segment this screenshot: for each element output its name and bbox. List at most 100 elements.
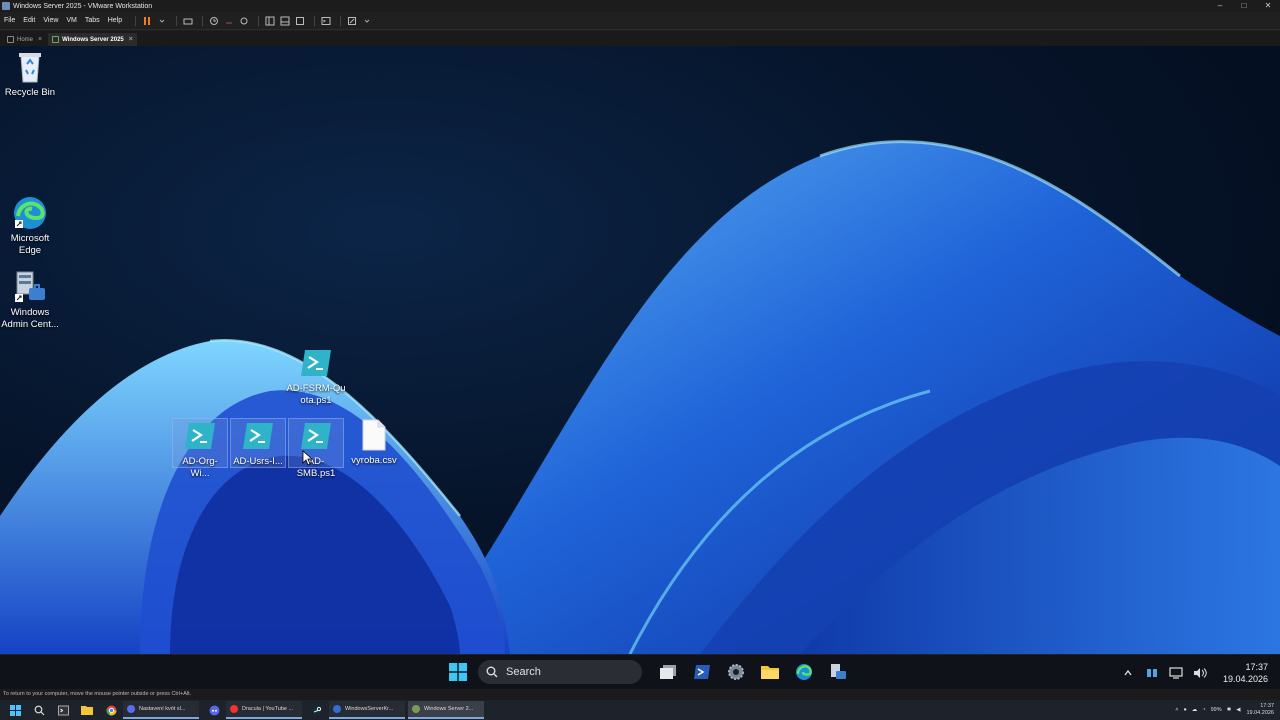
- network-icon[interactable]: [1167, 664, 1185, 682]
- tab-vm-label: Windows Server 2025: [62, 36, 124, 43]
- steam-icon: [312, 705, 322, 715]
- keyboard-icon: [183, 18, 193, 24]
- menu-help[interactable]: Help: [108, 17, 122, 24]
- stretch-dropdown[interactable]: [361, 15, 373, 27]
- task-view-button[interactable]: [654, 658, 682, 686]
- toolbar-divider: [202, 15, 204, 26]
- desktop-icon-recycle-bin[interactable]: Recycle Bin: [0, 50, 60, 99]
- desktop-icon-ad-org[interactable]: AD-Org-Wi...: [172, 418, 228, 479]
- menu-vm[interactable]: VM: [66, 17, 77, 24]
- host-search-button[interactable]: [30, 701, 48, 719]
- desktop-icon-label: AD-SMB.ps1: [296, 456, 336, 479]
- desktop-icon-ad-usrs[interactable]: AD-Usrs-I...: [230, 418, 286, 468]
- close-icon[interactable]: ×: [38, 36, 42, 43]
- guest-taskbar: Search 17:37 19.04.2026: [0, 654, 1280, 689]
- maximize-button[interactable]: □: [1232, 0, 1256, 12]
- host-system-tray: ˄ ● ☁ ◔ 99% ✱ ◀ 17:37 19.04.2026: [1170, 703, 1280, 717]
- host-taskbar-app-active[interactable]: Windows Server 2...: [408, 701, 484, 719]
- host-clock[interactable]: 17:37 19.04.2026: [1246, 703, 1274, 717]
- close-button[interactable]: ✕: [1256, 0, 1280, 12]
- fullscreen-icon: [296, 16, 305, 25]
- menu-file[interactable]: File: [4, 17, 15, 24]
- snapshot-button[interactable]: [208, 15, 220, 27]
- host-terminal-button[interactable]: [54, 701, 72, 719]
- console-view-button[interactable]: [320, 15, 332, 27]
- fullscreen-button[interactable]: [294, 15, 306, 27]
- desktop-icon-admin-center[interactable]: Windows Admin Cent...: [0, 270, 60, 331]
- library-button[interactable]: [264, 15, 276, 27]
- chrome-icon: [105, 705, 116, 715]
- minimize-button[interactable]: –: [1208, 0, 1232, 12]
- chevron-up-icon[interactable]: [1119, 664, 1137, 682]
- powershell-script-icon: [299, 419, 333, 453]
- cloud-icon[interactable]: ☁: [1192, 707, 1198, 713]
- tab-windows-server[interactable]: Windows Server 2025 ×: [48, 33, 137, 46]
- edge-taskbar-button[interactable]: [790, 658, 818, 686]
- admin-center-icon: [13, 270, 47, 304]
- desktop-icon-label: AD-Usrs-I...: [233, 456, 283, 467]
- toolbar-divider: [314, 15, 316, 26]
- tab-home[interactable]: Home ×: [3, 33, 46, 46]
- toolbar-divider: [258, 15, 260, 26]
- chevron-up-icon[interactable]: ˄: [1175, 707, 1178, 713]
- host-taskbar-app[interactable]: Nastavení kvót sl...: [123, 701, 199, 719]
- revert-snapshot-button[interactable]: [223, 15, 235, 27]
- bluetooth-icon[interactable]: ✱: [1227, 707, 1232, 713]
- host-start-button[interactable]: [6, 701, 24, 719]
- close-icon[interactable]: ×: [129, 36, 133, 43]
- sidebar-icon: [265, 16, 275, 25]
- desktop-icon-label: vyroba.csv: [351, 455, 397, 466]
- host-clock-time: 17:37: [1260, 703, 1274, 709]
- host-steam-button[interactable]: [308, 701, 326, 719]
- desktop-icon-ad-smb[interactable]: AD-SMB.ps1: [288, 418, 344, 479]
- server-manager-button[interactable]: [824, 658, 852, 686]
- host-taskbar: Nastavení kvót sl... Dracula | YouTube .…: [0, 700, 1280, 720]
- thumbnail-bar-button[interactable]: [279, 15, 291, 27]
- desktop-icon-vyroba-csv[interactable]: vyroba.csv: [344, 418, 404, 467]
- menu-view[interactable]: View: [43, 17, 58, 24]
- menu-edit[interactable]: Edit: [23, 17, 35, 24]
- vmware-tools-icon[interactable]: [1143, 664, 1161, 682]
- terminal-icon: [57, 705, 69, 715]
- wallpaper-bloom: [0, 140, 1280, 654]
- task-view-icon: [660, 665, 676, 679]
- start-button[interactable]: [444, 658, 472, 686]
- stretch-button[interactable]: [346, 15, 358, 27]
- host-discord-button[interactable]: [205, 701, 223, 719]
- app-icon: [230, 705, 238, 713]
- volume-icon[interactable]: [1191, 664, 1209, 682]
- guest-clock[interactable]: 17:37 19.04.2026: [1223, 661, 1268, 685]
- mic-icon[interactable]: ●: [1183, 707, 1186, 713]
- tab-home-label: Home: [17, 36, 34, 43]
- settings-icon: [728, 664, 744, 680]
- host-file-explorer-button[interactable]: [78, 701, 96, 719]
- window-title: Windows Server 2025 - VMware Workstation: [13, 2, 153, 10]
- wifi-icon[interactable]: ◔: [1202, 707, 1205, 713]
- search-box[interactable]: Search: [478, 660, 642, 684]
- file-explorer-icon: [761, 666, 779, 679]
- guest-clock-time: 17:37: [1245, 662, 1268, 672]
- desktop-icon-edge[interactable]: Microsoft Edge: [0, 196, 60, 257]
- suspend-button[interactable]: [141, 15, 153, 27]
- desktop-icon-ad-fsrm-quota[interactable]: AD-FSRM-Quota.ps1: [286, 346, 346, 407]
- file-explorer-button[interactable]: [756, 658, 784, 686]
- send-keys-button[interactable]: [182, 15, 194, 27]
- settings-button[interactable]: [722, 658, 750, 686]
- power-dropdown[interactable]: [156, 15, 168, 27]
- desktop-icon-label: Windows Admin Cent...: [1, 307, 59, 330]
- edge-icon: [796, 664, 812, 680]
- battery-label[interactable]: 99%: [1211, 707, 1222, 713]
- host-taskbar-app[interactable]: Dracula | YouTube ...: [226, 701, 302, 719]
- toolbar-divider: [135, 15, 137, 26]
- host-titlebar: Windows Server 2025 - VMware Workstation…: [0, 0, 1280, 12]
- host-taskbar-app[interactable]: WindowsServerKr...: [329, 701, 405, 719]
- snapshot-manager-button[interactable]: [238, 15, 250, 27]
- menu-tabs[interactable]: Tabs: [85, 17, 100, 24]
- recycle-bin-icon: [13, 50, 47, 84]
- vmware-app-icon: [2, 2, 10, 10]
- host-chrome-button[interactable]: [102, 701, 120, 719]
- speaker-icon[interactable]: ◀: [1236, 707, 1240, 713]
- desktop-icon-label: AD-FSRM-Quota.ps1: [286, 383, 346, 406]
- powershell-button[interactable]: [688, 658, 716, 686]
- guest-desktop[interactable]: Recycle Bin Microsoft Edge Windows Admin…: [0, 46, 1280, 654]
